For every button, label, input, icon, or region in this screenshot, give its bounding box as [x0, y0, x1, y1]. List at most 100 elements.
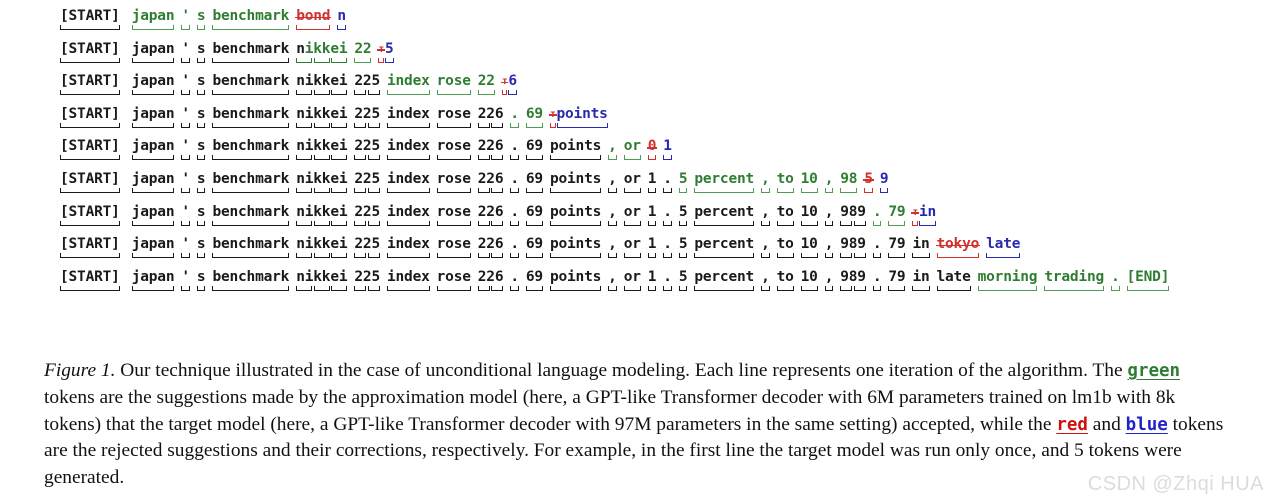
token: 10	[800, 204, 818, 228]
token-text: s	[196, 170, 206, 187]
token: .	[663, 236, 672, 260]
token: benchmark	[212, 138, 289, 162]
token-text: '	[181, 8, 190, 24]
token-line: [START] japan ' s benchmark nikkei 225 index ros…	[60, 171, 1240, 204]
token: 69	[525, 236, 543, 260]
token: nikkei	[296, 170, 348, 195]
token-text: 22	[354, 40, 372, 57]
token: 5	[678, 269, 688, 293]
subtoken-markers	[354, 285, 380, 291]
token: .	[872, 269, 882, 293]
token-text: 226	[477, 203, 504, 220]
token: japan	[131, 106, 175, 130]
token-text: nikkei	[296, 236, 348, 253]
token-text: ,	[824, 203, 834, 220]
token-text: .	[872, 236, 882, 253]
subtoken-markers	[354, 220, 380, 226]
token: index	[387, 236, 430, 260]
token: late	[986, 236, 1020, 260]
token-text: .	[663, 268, 672, 285]
token-text: rose	[436, 203, 471, 220]
token-text: '	[181, 73, 190, 90]
token-text: т	[377, 41, 385, 58]
token-text: rose	[436, 73, 471, 90]
token-text: or	[623, 138, 641, 155]
token: .	[663, 204, 672, 228]
token: in	[918, 204, 936, 228]
token-text: nikkei	[296, 170, 348, 187]
token: 225	[354, 236, 380, 260]
token-line: [START] japan ' s benchmark nikkei 225 index ros…	[60, 106, 1240, 139]
subtoken-markers	[840, 220, 866, 226]
token-text: rose	[436, 268, 471, 285]
caption-blue-keyword: blue	[1125, 414, 1168, 435]
token: 98	[840, 170, 858, 195]
token: 69	[525, 106, 543, 130]
token: rose	[436, 203, 471, 228]
token-text: [START]	[60, 105, 120, 122]
token: '	[181, 236, 190, 260]
token-text: japan	[131, 138, 175, 155]
token: .	[1111, 269, 1120, 293]
token: .	[510, 106, 519, 130]
token-text: benchmark	[212, 40, 290, 57]
token-text: [START]	[60, 138, 120, 155]
token: 5	[678, 204, 688, 228]
token-text: nikkei	[296, 268, 348, 285]
token: points	[549, 204, 601, 228]
token-text: ,	[824, 170, 834, 187]
token-text: 225	[354, 138, 380, 155]
token-line: [START] japan ' s benchmark nikkei 225 index ros…	[60, 138, 1240, 171]
token-text: tokyo	[935, 236, 980, 253]
subtoken-markers	[354, 155, 380, 161]
token-text: percent	[694, 203, 755, 220]
subtoken-markers	[354, 90, 380, 96]
token-text: [START]	[60, 203, 120, 220]
token-text: 1	[647, 268, 657, 285]
token: [START]	[60, 73, 120, 97]
token-line: [START] japan ' s benchmark nikkei 225 index ros…	[60, 269, 1240, 302]
token: 225	[354, 171, 380, 195]
token: 69	[525, 204, 543, 228]
token: rose	[436, 171, 471, 195]
token: 10	[800, 236, 818, 260]
token-text: benchmark	[212, 138, 290, 155]
token: rose	[436, 268, 471, 293]
token: 79	[888, 236, 906, 260]
token: т	[377, 41, 385, 65]
token-text: 69	[525, 170, 543, 187]
token: points	[549, 236, 601, 260]
token-text: benchmark	[212, 8, 290, 24]
token-text: [START]	[60, 236, 120, 253]
token: 9	[879, 171, 889, 195]
token: morning	[977, 269, 1038, 293]
token: '	[181, 138, 190, 162]
token: 226	[477, 106, 504, 130]
token-text: ,	[824, 268, 834, 285]
token-text: rose	[436, 105, 471, 122]
token-text: index	[387, 236, 430, 253]
token: index	[387, 138, 430, 162]
token-text: 0	[646, 138, 657, 155]
token: or	[623, 204, 641, 228]
figure-page: [START] japan ' s benchmark bond n [START] japan…	[0, 0, 1280, 504]
token: 1	[647, 268, 657, 293]
token: or	[623, 269, 641, 293]
token-generation-diagram: [START] japan ' s benchmark bond n [START] japan…	[60, 8, 1240, 301]
token-text: 98	[840, 170, 858, 187]
subtoken-markers	[296, 253, 348, 259]
token: nikkei	[296, 106, 348, 130]
figure-label: Figure 1.	[44, 360, 116, 381]
token: 226	[477, 138, 504, 162]
token: rose	[436, 138, 471, 162]
token-text: .	[872, 203, 882, 220]
token-text: in	[912, 236, 930, 253]
token: ,	[824, 203, 834, 228]
token: 5	[863, 171, 874, 195]
token: bond	[295, 8, 332, 32]
token: .	[872, 203, 882, 228]
token: 1	[647, 236, 656, 260]
token: т	[500, 73, 508, 97]
token-text: .	[510, 203, 519, 220]
token-text: benchmark	[212, 73, 290, 90]
